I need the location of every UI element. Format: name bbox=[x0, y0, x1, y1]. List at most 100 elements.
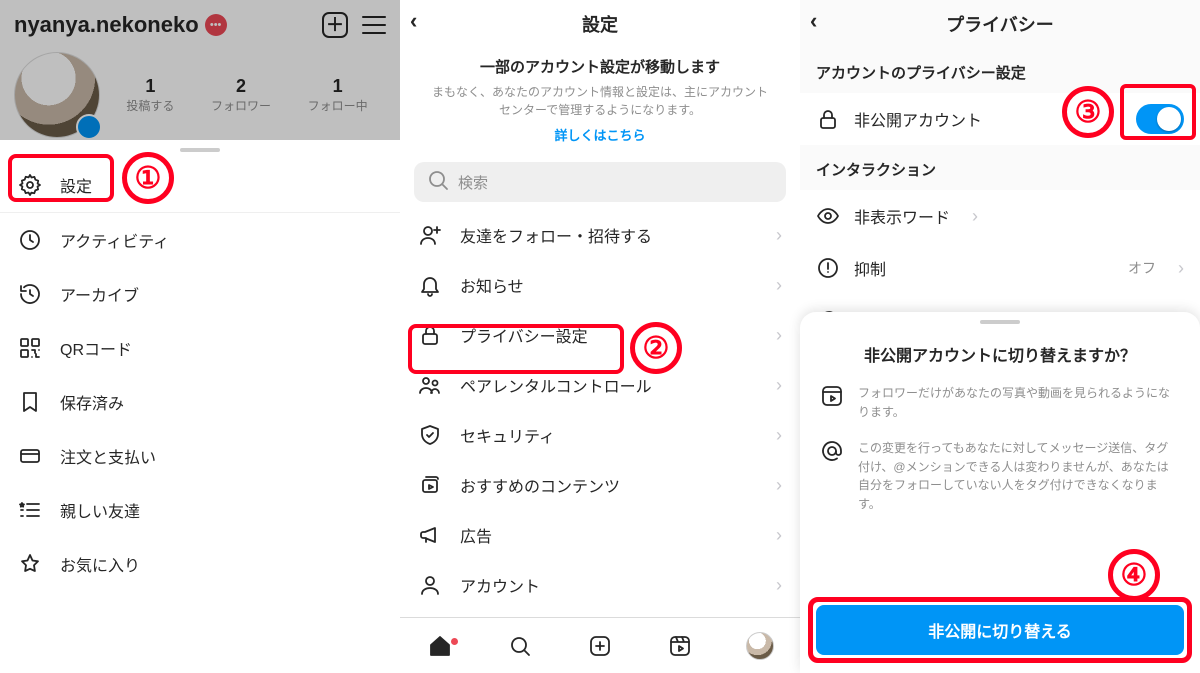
annotation-highlight-4: 非公開に切り替える bbox=[808, 597, 1192, 663]
stat-followers[interactable]: 2 フォロワー bbox=[211, 76, 271, 115]
back-button[interactable]: ‹ bbox=[810, 10, 817, 32]
settings-list: 友達をフォロー・招待する › お知らせ › プライバシー設定 › ペアレンタルコ… bbox=[400, 210, 800, 610]
chevron-right-icon: › bbox=[1178, 258, 1184, 279]
sheet-para-2: この変更を行ってもあなたに対してメッセージ送信、タグ付け、@メンションできる人は… bbox=[800, 439, 1200, 531]
menu-qr[interactable]: QRコード bbox=[0, 321, 400, 375]
sheet-para-text: フォロワーだけがあなたの写真や動画を見られるようになります。 bbox=[858, 384, 1180, 421]
notice-title: 一部のアカウント設定が移動します bbox=[428, 56, 772, 77]
pane-profile: nyanya.nekoneko ••• ＋ 1 投稿する 2 フォロワー 1 フ… bbox=[0, 0, 400, 673]
row-ads[interactable]: 広告 › bbox=[400, 510, 800, 560]
menu-archive[interactable]: アーカイブ bbox=[0, 267, 400, 321]
privacy-nav: ‹ プライバシー bbox=[800, 0, 1200, 48]
confirm-private-button[interactable]: 非公開に切り替える bbox=[816, 605, 1184, 655]
row-private-account[interactable]: 非公開アカウント bbox=[800, 93, 1200, 145]
row-security[interactable]: セキュリティ › bbox=[400, 410, 800, 460]
row-recommend[interactable]: おすすめのコンテンツ › bbox=[400, 460, 800, 510]
menu-close-friends[interactable]: 親しい友達 bbox=[0, 483, 400, 537]
row-label: 友達をフォロー・招待する bbox=[460, 223, 652, 247]
tab-profile[interactable] bbox=[746, 632, 774, 660]
list-star-icon bbox=[18, 498, 42, 522]
tab-new-post[interactable] bbox=[586, 632, 614, 660]
row-label: お知らせ bbox=[460, 273, 524, 297]
chevron-right-icon: › bbox=[776, 475, 782, 496]
profile-header: nyanya.nekoneko ••• ＋ bbox=[0, 0, 400, 42]
settings-notice: 一部のアカウント設定が移動します まもなく、あなたのアカウント情報と設定は、主に… bbox=[400, 48, 800, 154]
menu-label: アーカイブ bbox=[60, 282, 139, 306]
chevron-right-icon: › bbox=[776, 375, 782, 396]
star-icon bbox=[18, 552, 42, 576]
chevron-right-icon: › bbox=[776, 325, 782, 346]
avatar-mini bbox=[746, 632, 774, 660]
row-label: 非公開アカウント bbox=[854, 107, 982, 131]
pane-privacy: ‹ プライバシー アカウントのプライバシー設定 非公開アカウント インタラクショ… bbox=[800, 0, 1200, 673]
row-hidden-words[interactable]: 非表示ワード › bbox=[800, 190, 1200, 242]
lock-icon bbox=[816, 107, 840, 131]
search-placeholder: 検索 bbox=[458, 172, 488, 193]
menu-orders[interactable]: 注文と支払い bbox=[0, 429, 400, 483]
menu-activity[interactable]: アクティビティ bbox=[0, 213, 400, 267]
search-icon bbox=[426, 168, 450, 196]
search-input[interactable]: 検索 bbox=[414, 162, 786, 202]
private-toggle[interactable] bbox=[1136, 104, 1184, 134]
stat-posts[interactable]: 1 投稿する bbox=[126, 76, 174, 115]
card-icon bbox=[18, 444, 42, 468]
row-account[interactable]: アカウント › bbox=[400, 560, 800, 610]
hamburger-menu-icon[interactable] bbox=[362, 16, 386, 34]
history-icon bbox=[18, 282, 42, 306]
menu-label: お気に入り bbox=[60, 552, 140, 576]
new-post-icon[interactable]: ＋ bbox=[322, 12, 348, 38]
nav-title: 設定 bbox=[582, 11, 618, 37]
bell-icon bbox=[418, 273, 442, 297]
user-icon bbox=[418, 573, 442, 597]
bottom-tabbar bbox=[400, 617, 800, 673]
stat-following[interactable]: 1 フォロー中 bbox=[308, 76, 368, 115]
row-restrict[interactable]: 抑制 オフ › bbox=[800, 242, 1200, 294]
mention-icon bbox=[820, 439, 844, 463]
row-follow-invite[interactable]: 友達をフォロー・招待する › bbox=[400, 210, 800, 260]
section-account-privacy: アカウントのプライバシー設定 bbox=[800, 48, 1200, 93]
sheet-para-1: フォロワーだけがあなたの写真や動画を見られるようになります。 bbox=[800, 384, 1200, 439]
clock-icon bbox=[18, 228, 42, 252]
chevron-right-icon: › bbox=[972, 206, 978, 227]
sheet-grabber[interactable] bbox=[180, 148, 220, 152]
row-notifications[interactable]: お知らせ › bbox=[400, 260, 800, 310]
notice-link[interactable]: 詳しくはこちら bbox=[428, 125, 772, 144]
notification-dot-icon bbox=[451, 638, 458, 645]
row-label: 非表示ワード bbox=[854, 204, 950, 228]
shield-icon bbox=[418, 423, 442, 447]
add-story-badge-icon[interactable] bbox=[76, 114, 102, 140]
megaphone-icon bbox=[418, 523, 442, 547]
gear-icon bbox=[18, 173, 42, 197]
row-parental[interactable]: ペアレンタルコントロール › bbox=[400, 360, 800, 410]
menu-settings[interactable]: 設定 bbox=[0, 158, 400, 212]
menu-favorites[interactable]: お気に入り bbox=[0, 537, 400, 591]
settings-nav: ‹ 設定 bbox=[400, 0, 800, 48]
menu-saved[interactable]: 保存済み bbox=[0, 375, 400, 429]
confirm-private-sheet: 非公開アカウントに切り替えますか？ フォロワーだけがあなたの写真や動画を見られる… bbox=[800, 312, 1200, 673]
avatar[interactable] bbox=[14, 52, 100, 138]
username[interactable]: nyanya.nekoneko bbox=[14, 12, 199, 38]
tab-search[interactable] bbox=[506, 632, 534, 660]
row-label: 抑制 bbox=[854, 256, 886, 280]
row-label: おすすめのコンテンツ bbox=[460, 473, 620, 497]
menu-label: 親しい友達 bbox=[60, 498, 140, 522]
back-button[interactable]: ‹ bbox=[410, 10, 417, 32]
row-value: オフ bbox=[1128, 258, 1156, 278]
lock-icon bbox=[418, 323, 442, 347]
chevron-right-icon: › bbox=[776, 275, 782, 296]
row-label: アカウント bbox=[460, 573, 540, 597]
add-friend-icon bbox=[418, 223, 442, 247]
row-label: セキュリティ bbox=[460, 423, 555, 447]
chevron-right-icon: › bbox=[776, 525, 782, 546]
nav-title: プライバシー bbox=[946, 11, 1054, 37]
menu-label: QRコード bbox=[60, 336, 132, 360]
row-label: 広告 bbox=[460, 523, 492, 547]
row-privacy[interactable]: プライバシー設定 › bbox=[400, 310, 800, 360]
tab-reels[interactable] bbox=[666, 632, 694, 660]
profile-menu-sheet: 設定 アクティビティ アーカイブ QRコード 保存済み bbox=[0, 140, 400, 673]
tab-home[interactable] bbox=[426, 632, 454, 660]
menu-label: 注文と支払い bbox=[60, 444, 156, 468]
menu-label: 設定 bbox=[60, 173, 92, 197]
sheet-grabber[interactable] bbox=[980, 320, 1020, 324]
row-label: ペアレンタルコントロール bbox=[460, 373, 652, 397]
